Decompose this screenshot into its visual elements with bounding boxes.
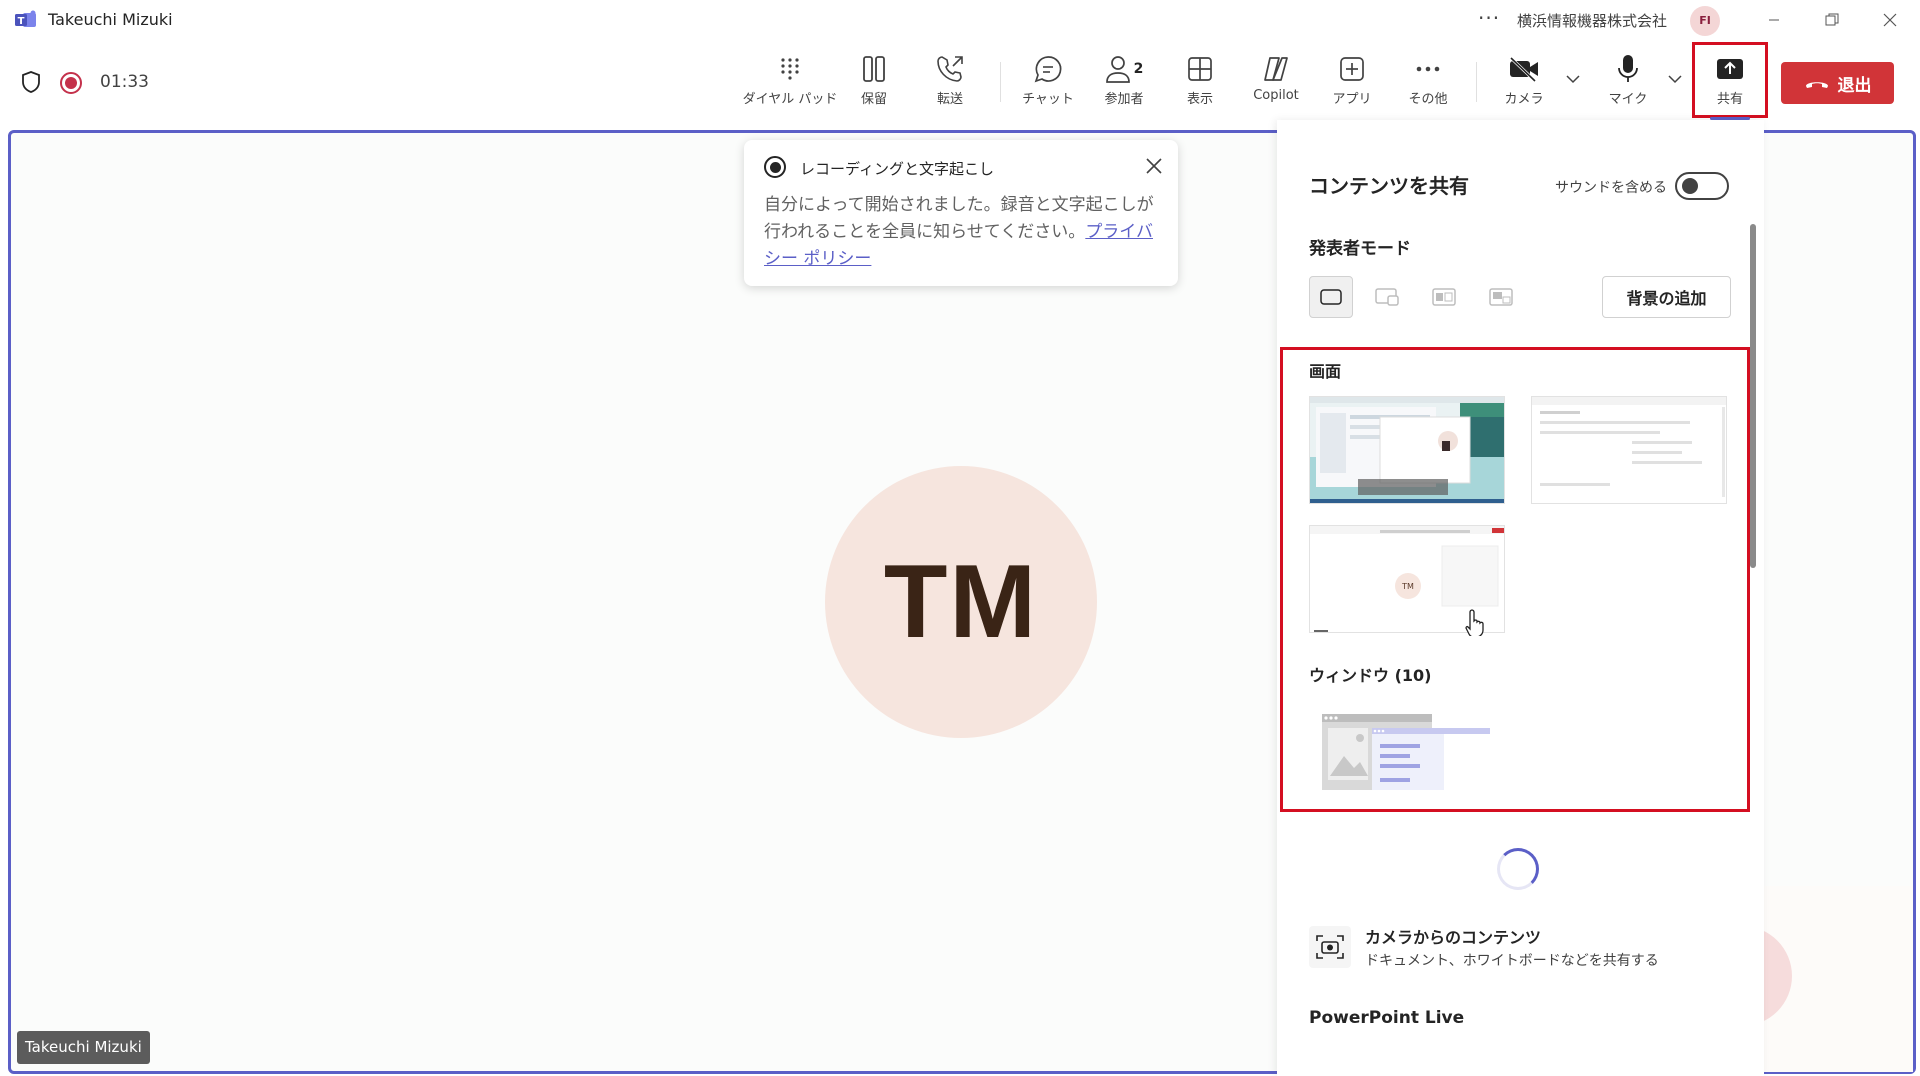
participant-avatar: TM xyxy=(825,466,1097,738)
transfer-icon xyxy=(937,56,963,82)
presenter-mode-standout[interactable] xyxy=(1365,276,1409,318)
presenter-mode-reporter[interactable] xyxy=(1479,276,1523,318)
copilot-button[interactable]: Copilot xyxy=(1244,52,1308,114)
recording-indicator-icon[interactable] xyxy=(60,72,82,94)
screen-2-preview xyxy=(1532,397,1726,503)
hold-icon xyxy=(863,56,885,82)
windows-section-title: ウィンドウ (10) xyxy=(1309,666,1432,685)
copilot-label: Copilot xyxy=(1253,88,1299,103)
restore-icon xyxy=(1825,13,1839,26)
close-icon[interactable] xyxy=(1146,158,1162,174)
dialpad-button[interactable]: ダイヤル パッド xyxy=(743,52,837,114)
camera-content-title: カメラからのコンテンツ xyxy=(1365,928,1542,947)
powerpoint-live-title[interactable]: PowerPoint Live xyxy=(1309,1008,1464,1028)
hand-cursor-icon xyxy=(1465,609,1484,636)
close-icon xyxy=(1883,13,1897,27)
toolbar-divider xyxy=(1476,62,1477,102)
more-label: その他 xyxy=(1408,92,1448,107)
minimize-icon xyxy=(1769,19,1779,21)
view-button[interactable]: 表示 xyxy=(1170,52,1230,114)
more-icon xyxy=(1416,66,1440,72)
screen-3-avatar-initials: TM xyxy=(1401,582,1414,591)
chat-label: チャット xyxy=(1022,92,1074,107)
participants-button[interactable]: 2 参加者 xyxy=(1094,52,1154,114)
share-icon xyxy=(1717,59,1743,79)
shield-icon[interactable] xyxy=(20,70,42,94)
window-title: Takeuchi Mizuki xyxy=(48,10,173,29)
toolbar-divider xyxy=(1000,62,1001,102)
screen-thumbnail-1[interactable] xyxy=(1309,396,1505,504)
screens-section-title: 画面 xyxy=(1309,362,1342,381)
screen-1-preview xyxy=(1310,397,1504,503)
share-content-panel: コンテンツを共有 サウンドを含める 発表者モード 背景の追加 画面 TM ウィン… xyxy=(1277,120,1764,1076)
dialpad-label: ダイヤル パッド xyxy=(742,92,838,107)
screen-thumbnail-2[interactable] xyxy=(1531,396,1727,504)
participants-label: 参加者 xyxy=(1104,92,1144,107)
chat-icon xyxy=(1034,56,1062,83)
restore-button[interactable] xyxy=(1803,0,1861,40)
transfer-label: 転送 xyxy=(936,92,963,107)
share-label: 共有 xyxy=(1716,92,1743,107)
presenter-mode-side-by-side[interactable] xyxy=(1422,276,1466,318)
share-button[interactable]: 共有 xyxy=(1700,52,1760,114)
recording-notice-title: レコーディングと文字起こし xyxy=(800,160,994,178)
recording-notice-popup: レコーディングと文字起こし 自分によって開始されました。録音と文字起こしが行われ… xyxy=(744,140,1178,286)
svg-text:T: T xyxy=(18,16,25,27)
camera-scan-icon xyxy=(1316,935,1344,959)
content-only-icon xyxy=(1320,289,1342,305)
add-background-button[interactable]: 背景の追加 xyxy=(1602,276,1731,318)
more-button[interactable]: その他 xyxy=(1398,52,1458,114)
close-window-button[interactable] xyxy=(1861,0,1919,40)
mic-icon xyxy=(1618,55,1638,82)
camera-off-icon xyxy=(1509,56,1538,82)
call-timer: 01:33 xyxy=(100,72,149,92)
org-avatar[interactable]: FI xyxy=(1690,6,1720,36)
recording-notice-body: 自分によって開始されました。録音と文字起こしが行われることを全員に知らせてくださ… xyxy=(764,192,1164,273)
reporter-icon xyxy=(1489,288,1513,306)
apps-icon xyxy=(1340,57,1364,81)
panel-scrollbar[interactable] xyxy=(1750,224,1756,568)
include-sound-label: サウンドを含める xyxy=(1555,180,1667,196)
hold-label: 保留 xyxy=(860,92,887,107)
chat-button[interactable]: チャット xyxy=(1018,52,1078,114)
org-name[interactable]: 横浜情報機器株式会社 xyxy=(1517,10,1667,31)
share-panel-title: コンテンツを共有 xyxy=(1309,174,1469,198)
window-placeholder-illustration[interactable] xyxy=(1322,710,1492,792)
hang-up-icon xyxy=(1805,82,1828,88)
teams-logo-icon: T xyxy=(15,10,36,27)
camera-label: カメラ xyxy=(1504,92,1544,107)
leave-button[interactable]: 退出 xyxy=(1781,62,1894,104)
camera-content-subtitle: ドキュメント、ホワイトボードなどを共有する xyxy=(1365,953,1659,969)
camera-content-icon-wrap xyxy=(1309,926,1351,968)
copilot-icon xyxy=(1264,57,1288,81)
view-icon xyxy=(1188,57,1212,81)
standout-icon xyxy=(1375,288,1399,306)
minimize-button[interactable] xyxy=(1745,0,1803,40)
people-icon xyxy=(1105,56,1130,83)
presenter-mode-title: 発表者モード xyxy=(1309,239,1411,259)
apps-button[interactable]: アプリ xyxy=(1322,52,1382,114)
side-by-side-icon xyxy=(1432,288,1456,306)
camera-button[interactable]: カメラ xyxy=(1494,52,1554,114)
include-sound-toggle[interactable] xyxy=(1675,172,1729,200)
leave-label: 退出 xyxy=(1837,75,1872,96)
apps-label: アプリ xyxy=(1332,92,1372,107)
participant-name-tag: Takeuchi Mizuki xyxy=(17,1031,150,1064)
mic-options-chevron-icon[interactable] xyxy=(1668,74,1682,84)
recording-icon xyxy=(764,156,786,178)
presenter-mode-content-only[interactable] xyxy=(1309,276,1353,318)
mic-button[interactable]: マイク xyxy=(1598,52,1658,114)
camera-options-chevron-icon[interactable] xyxy=(1566,74,1580,84)
mic-label: マイク xyxy=(1608,92,1648,107)
loading-spinner xyxy=(1497,848,1539,890)
participants-count: 2 xyxy=(1133,61,1144,77)
transfer-button[interactable]: 転送 xyxy=(920,52,980,114)
title-more-button[interactable]: ··· xyxy=(1478,6,1500,30)
dialpad-icon xyxy=(781,58,799,80)
view-label: 表示 xyxy=(1186,92,1213,107)
hold-button[interactable]: 保留 xyxy=(844,52,904,114)
